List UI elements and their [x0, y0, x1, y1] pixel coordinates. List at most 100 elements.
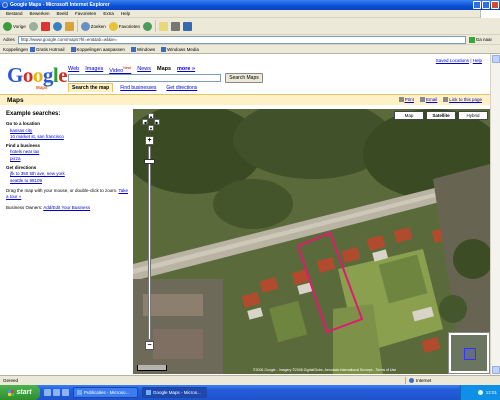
- satellite-map[interactable]: ▲ ◀ ▶ ▼ + − Map Satellite Hybrid ©2006 G…: [133, 109, 490, 374]
- star-icon: [108, 21, 118, 31]
- media-icon[interactable]: [62, 389, 69, 396]
- favorites-button[interactable]: Favorieten: [108, 21, 140, 31]
- link-hotmail[interactable]: Gratis Hotmail: [30, 46, 65, 52]
- mail-button[interactable]: [159, 21, 169, 31]
- nav-more[interactable]: more »: [177, 66, 195, 74]
- zoom-out-button[interactable]: −: [145, 341, 154, 350]
- start-button[interactable]: start: [0, 385, 40, 400]
- vertical-scrollbar[interactable]: [490, 54, 500, 375]
- address-input[interactable]: http://www.google.com/maps?hl=en&tab=wl&…: [17, 35, 466, 44]
- overview-map[interactable]: [448, 332, 490, 374]
- top-links: Saved Locations | Help: [435, 58, 482, 63]
- minimize-button[interactable]: [473, 1, 481, 9]
- task-button[interactable]: Google Maps - Micros...: [142, 387, 207, 398]
- maps-header-bar: Maps Print Email Link to this page: [0, 94, 490, 105]
- close-button[interactable]: [491, 1, 499, 9]
- refresh-button[interactable]: [52, 21, 62, 31]
- windows-logo-icon: [480, 10, 500, 18]
- map-type-map-button[interactable]: Map: [394, 111, 424, 120]
- overview-viewport[interactable]: [464, 348, 476, 360]
- zoom-slider-handle[interactable]: [144, 159, 155, 164]
- nav-images[interactable]: Images: [85, 66, 103, 74]
- nav-web[interactable]: Web: [68, 66, 79, 74]
- sidebar: Example searches: Go to a location kansa…: [6, 111, 128, 211]
- toolbar-separator: [76, 20, 78, 32]
- system-tray: 12:01: [460, 385, 500, 400]
- edit-button[interactable]: [183, 21, 193, 31]
- maps-search-input[interactable]: [68, 74, 221, 82]
- link-label: Koppelingen aanpassen: [76, 46, 125, 52]
- menu-help[interactable]: Help: [121, 11, 130, 16]
- zoom-slider-track[interactable]: [148, 146, 151, 340]
- scroll-down-button[interactable]: [492, 366, 500, 374]
- pan-left-button[interactable]: ◀: [142, 119, 148, 125]
- saved-locations-link[interactable]: Saved Locations: [436, 58, 469, 63]
- maximize-button[interactable]: [482, 1, 490, 9]
- publisher-icon: [77, 390, 82, 395]
- business-owners: Business Owners: Add/Edit Your Business: [6, 205, 128, 211]
- owners-label: Business Owners:: [6, 204, 43, 210]
- title-bar: Google Maps - Microsoft Internet Explore…: [0, 0, 500, 10]
- menu-file[interactable]: Bestand: [6, 11, 23, 16]
- link-windows-media[interactable]: Windows Media: [161, 46, 199, 52]
- page-icon: [161, 46, 167, 52]
- service-nav: Web Images VideoNew! News Maps more »: [68, 66, 195, 74]
- menu-tools[interactable]: Extra: [103, 11, 114, 16]
- edit-icon: [183, 21, 193, 31]
- home-button[interactable]: [64, 21, 74, 31]
- link-to-page-link[interactable]: Link to this page: [443, 97, 482, 102]
- status-text: Gereed: [3, 378, 19, 383]
- history-button[interactable]: [143, 21, 153, 31]
- clock: 12:01: [485, 390, 497, 395]
- menu-bar: Bestand Bewerken Beeld Favorieten Extra …: [0, 10, 500, 18]
- search-maps-button[interactable]: Search Maps: [225, 73, 263, 83]
- pan-control: ▲ ◀ ▶ ▼: [142, 113, 160, 131]
- status-bar: Gereed Internet: [0, 375, 500, 385]
- address-bar: Adres http://www.google.com/maps?hl=en&t…: [0, 35, 500, 45]
- menu-favorites[interactable]: Favorieten: [75, 11, 96, 16]
- forward-arrow-icon: [28, 21, 38, 31]
- map-copyright: ©2006 Google - Imagery ©2006 DigitalGlob…: [253, 368, 397, 372]
- print-button[interactable]: [171, 21, 181, 31]
- nav-video[interactable]: VideoNew!: [109, 66, 131, 74]
- tray-icon[interactable]: [477, 390, 483, 395]
- menu-edit[interactable]: Bewerken: [30, 11, 50, 16]
- add-edit-business-link[interactable]: Add/Edit Your Business: [43, 205, 90, 210]
- example-link[interactable]: pizza: [6, 156, 128, 162]
- nav-news[interactable]: News: [137, 66, 151, 74]
- example-link[interactable]: 10 market st, san francisco: [6, 134, 128, 140]
- go-button[interactable]: Ga naar: [468, 36, 492, 43]
- tab-search-the-map[interactable]: Search the map: [68, 83, 114, 92]
- back-button[interactable]: Vorige: [3, 21, 26, 31]
- stop-button[interactable]: [40, 21, 50, 31]
- quick-launch: [44, 389, 69, 396]
- search-tabs: Search the map Find businesses Get direc…: [68, 83, 200, 92]
- map-type-satellite-button[interactable]: Satellite: [426, 111, 456, 120]
- taskbar: start Publicaties - Microso... Google Ma…: [0, 385, 500, 400]
- scroll-up-button[interactable]: [492, 55, 500, 63]
- link-customize[interactable]: Koppelingen aanpassen: [70, 46, 125, 52]
- task-button[interactable]: Publicaties - Microso...: [73, 387, 138, 398]
- pan-down-button[interactable]: ▼: [148, 125, 154, 131]
- desktop-icon[interactable]: [53, 389, 60, 396]
- forward-button[interactable]: [28, 21, 38, 31]
- new-badge: New!: [123, 66, 132, 70]
- map-type-hybrid-button[interactable]: Hybrid: [458, 111, 488, 120]
- zone-label: Internet: [416, 378, 432, 383]
- menu-view[interactable]: Beeld: [57, 11, 69, 16]
- drag-text: Drag the map with your mouse, or double-…: [6, 187, 118, 193]
- pan-right-button[interactable]: ▶: [154, 119, 160, 125]
- print-link[interactable]: Print: [398, 97, 414, 102]
- zoom-in-button[interactable]: +: [145, 136, 154, 145]
- search-button[interactable]: Zoeken: [80, 21, 106, 31]
- tab-get-directions[interactable]: Get directions: [163, 84, 200, 92]
- pan-up-button[interactable]: ▲: [148, 113, 154, 119]
- email-link[interactable]: Email: [419, 97, 437, 102]
- ie-icon[interactable]: [44, 389, 51, 396]
- example-link[interactable]: seattle to 98109: [6, 178, 128, 184]
- google-logo[interactable]: Google: [7, 65, 68, 86]
- toolbar: Vorige Zoeken Favorieten: [0, 18, 500, 35]
- help-link[interactable]: Help: [473, 58, 482, 63]
- link-windows[interactable]: Windows: [130, 46, 155, 52]
- tab-find-businesses[interactable]: Find businesses: [117, 84, 159, 92]
